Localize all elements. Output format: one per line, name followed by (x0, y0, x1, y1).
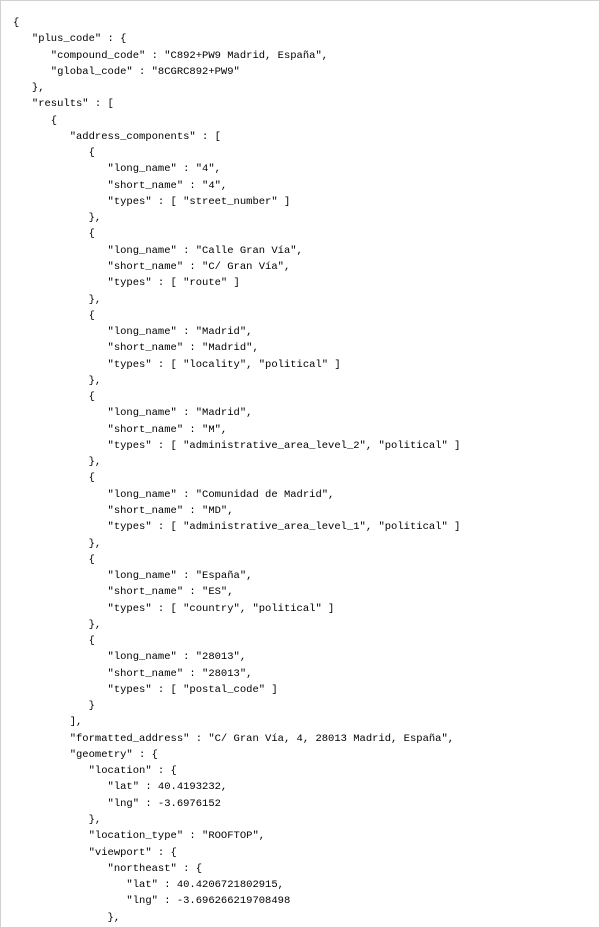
json-code-block: { "plus_code" : { "compound_code" : "C89… (13, 15, 587, 928)
code-panel: { "plus_code" : { "compound_code" : "C89… (0, 0, 600, 928)
